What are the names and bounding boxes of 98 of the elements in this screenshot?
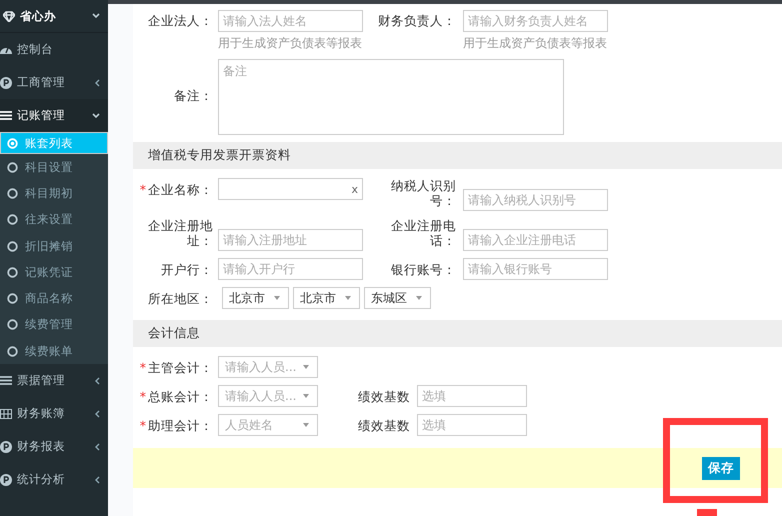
field-label: 企业法人： [147,12,213,30]
caret-icon [345,296,351,300]
field-label: 企业注册地址： [148,218,213,248]
submenu-label: 科目期初 [25,186,74,201]
submenu-item[interactable]: 续费账单 [0,338,108,364]
required-mark: * [140,418,146,433]
input-field[interactable]: 请输入注册地址 [218,229,363,251]
dropdown[interactable]: 北京市 [222,287,289,309]
field-label: 所在地区： [148,291,213,306]
input-field[interactable]: 请输入银行账号 [463,258,608,280]
submenu-label: 科目设置 [25,160,74,175]
sidebar-label: 控制台 [17,42,54,57]
sidebar-item[interactable]: 票据管理 [0,364,108,398]
highlight-marker [697,509,717,516]
section-title: 会计信息 [148,325,200,342]
submenu-label: 续费管理 [25,317,74,332]
dropdown[interactable]: 东城区 [364,287,431,309]
dropdown[interactable]: 北京市 [293,287,360,309]
sidebar-label: 财务账簿 [17,406,66,422]
submenu-item[interactable]: 商品名称 [0,285,108,312]
menu-icon [0,376,12,386]
submenu-label: 往来设置 [25,212,74,228]
sidebar-item[interactable]: 记账管理 [0,99,108,132]
input-field[interactable]: x [218,178,363,200]
input-field[interactable]: 请输入财务负责人姓名 [463,10,608,32]
submenu-item[interactable]: 往来设置 [0,206,108,233]
field-label: 备注： [173,88,213,105]
input-field[interactable]: 选填 [417,385,527,407]
field-label: 企业名称： [148,182,213,197]
submenu-item[interactable]: 折旧摊销 [0,232,108,260]
table-icon [0,408,12,419]
field-label: 助理会计： [148,418,213,433]
sidebar-item[interactable]: 统计分析 [0,463,108,496]
input-field[interactable]: 选填 [417,414,527,436]
submenu-item[interactable]: 续费管理 [0,312,108,338]
field-label: 财务负责人： [377,12,456,30]
caret-icon [303,423,309,427]
caret-icon [416,296,422,300]
sidebar-label: 记账管理 [17,108,66,123]
input-field[interactable]: 请输入企业注册电话 [463,229,608,251]
submenu-label: 账套列表 [25,136,74,150]
sidebar-item[interactable]: 控制台 [0,33,108,66]
submenu-label: 续费账单 [25,344,74,359]
radio-dot-icon [7,138,18,148]
section-title: 增值税专用发票开票资料 [148,147,291,164]
chevron-left-icon [94,442,100,451]
remark-field[interactable]: 备注 [218,59,564,135]
required-mark: * [140,360,146,375]
input-field[interactable]: 请输入开户行 [218,258,363,280]
save-button[interactable]: 保存 [702,456,740,480]
circle-icon [7,293,18,304]
circle-icon [7,162,18,173]
submenu-label: 商品名称 [25,291,74,306]
circle-icon [7,214,18,226]
submenu-item[interactable]: 科目设置 [0,154,108,180]
sidebar-item[interactable]: 财务报表 [0,430,108,464]
sidebar-label: 工商管理 [17,75,66,90]
chevron-down-icon [92,112,100,118]
sidebar-label: 票据管理 [17,373,66,388]
required-mark: * [140,182,146,197]
diamond-icon [3,10,15,22]
field-label: 主管会计： [148,360,213,375]
caret-icon [303,365,309,369]
hint-text: 用于生成资产负债表等报表 [218,35,363,52]
field-label: 企业注册电话： [391,218,456,248]
circle-icon [7,188,18,199]
sidebar-label: 统计分析 [17,472,66,488]
field-label: 总账会计： [148,389,213,404]
menu-icon [0,111,12,120]
circle-icon [7,266,18,278]
caret-icon [274,296,280,300]
submenu-item[interactable]: 记账凭证 [0,259,108,286]
sidebar-label: 财务报表 [17,439,66,454]
field-label: 绩效基数 [358,418,410,433]
submenu-item[interactable]: 科目期初 [0,180,108,207]
field-label: 银行账号： [391,262,456,277]
hint-text: 用于生成资产负债表等报表 [463,35,608,52]
required-mark: * [140,389,146,404]
sidebar-item[interactable]: 工商管理 [0,66,108,99]
circle-icon [7,319,18,330]
field-label: 绩效基数 [358,389,410,404]
field-label: 纳税人识别号： [391,178,456,208]
clear-button[interactable]: x [351,182,358,196]
field-label: 开户行： [161,262,213,277]
chevron-left-icon [94,476,100,484]
chevron-left-icon [94,376,100,385]
brand-label: 省心办 [20,8,57,24]
circle-icon [7,240,18,252]
chevron-left-icon [94,410,100,418]
submenu-label: 记账凭证 [25,264,74,280]
submenu-label: 折旧摊销 [25,238,74,254]
caret-icon [303,394,309,398]
sidebar-item[interactable]: 财务账簿 [0,397,108,430]
circle-icon [7,346,18,357]
chevron-down-icon [92,13,100,19]
input-field[interactable]: 请输入法人姓名 [218,10,363,32]
input-field[interactable]: 请输入纳税人识别号 [463,189,608,211]
chevron-left-icon [94,78,100,86]
